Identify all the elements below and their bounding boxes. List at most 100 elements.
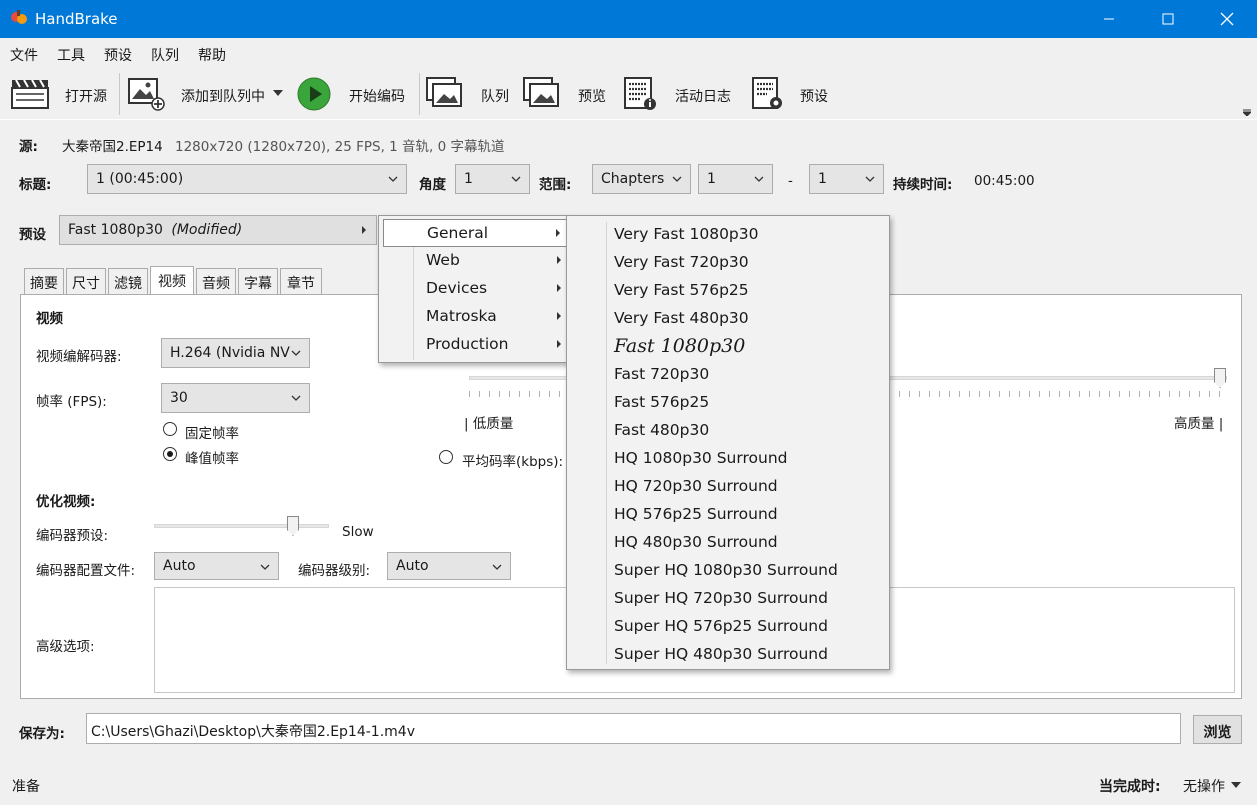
peak-framerate-label: 峰值帧率 (185, 451, 239, 467)
preset-item[interactable]: HQ 720p30 Surround (614, 473, 778, 501)
menu-queue[interactable]: 队列 (151, 45, 179, 65)
clapperboard-icon (11, 79, 49, 109)
menu-item-web[interactable]: Web (383, 247, 567, 275)
add-image-icon (128, 78, 165, 111)
tab-audio[interactable]: 音频 (196, 268, 236, 294)
minimize-button[interactable] (1079, 0, 1138, 38)
optimize-title: 优化视频: (36, 494, 96, 510)
angle-select[interactable]: 1 (455, 164, 530, 194)
preview-images-icon (523, 77, 559, 107)
menu-item-general[interactable]: General (383, 219, 567, 247)
advanced-options-label: 高级选项: (36, 639, 95, 655)
menu-presets[interactable]: 预设 (104, 45, 132, 65)
when-done-label: 当完成时: (1099, 779, 1161, 795)
preset-item[interactable]: HQ 576p25 Surround (614, 501, 778, 529)
avg-bitrate-radio[interactable] (439, 450, 453, 464)
duration-label: 持续时间: (893, 177, 953, 193)
general-presets-submenu: Very Fast 1080p30 Very Fast 720p30 Very … (566, 215, 890, 670)
tab-video[interactable]: 视频 (150, 266, 194, 295)
open-source-button[interactable]: 打开源 (8, 68, 110, 120)
toolbar-separator (419, 73, 420, 115)
encoder-preset-value: Slow (342, 524, 374, 540)
presets-button[interactable]: 预设 (750, 68, 840, 120)
preset-item[interactable]: Super HQ 1080p30 Surround (614, 557, 838, 585)
when-done-select[interactable]: 无操作 (1183, 774, 1247, 796)
title-bar: HandBrake (0, 0, 1257, 38)
preset-select-value: Fast 1080p30 (68, 222, 163, 238)
close-button[interactable] (1197, 0, 1256, 38)
tab-chapters[interactable]: 章节 (280, 268, 322, 294)
angle-select-value: 1 (464, 171, 473, 187)
peak-framerate-radio[interactable] (163, 447, 177, 461)
presets-settings-icon (752, 77, 782, 109)
menu-item-production[interactable]: Production (383, 331, 567, 359)
save-as-label: 保存为: (19, 726, 65, 742)
tab-dimensions[interactable]: 尺寸 (66, 268, 106, 294)
menu-tools[interactable]: 工具 (57, 45, 85, 65)
title-select[interactable]: 1 (00:45:00) (87, 164, 407, 194)
range-start-select[interactable]: 1 (698, 164, 773, 194)
status-bar: 准备 当完成时: 无操作 (0, 762, 1257, 805)
tab-filters[interactable]: 滤镜 (108, 268, 148, 294)
preset-item[interactable]: HQ 1080p30 Surround (614, 445, 787, 473)
chevron-down-icon (511, 176, 521, 182)
preset-item[interactable]: Fast 720p30 (614, 361, 709, 389)
status-text: 准备 (12, 779, 40, 795)
preset-item[interactable]: Fast 480p30 (614, 417, 709, 445)
title-select-value: 1 (00:45:00) (96, 171, 184, 187)
range-type-select[interactable]: Chapters (592, 164, 691, 194)
encoder-level-label: 编码器级别: (298, 563, 371, 579)
chevron-down-icon (754, 176, 764, 182)
preset-item-selected[interactable]: Fast 1080p30 (614, 331, 745, 359)
tab-subtitles[interactable]: 字幕 (238, 268, 278, 294)
preset-select[interactable]: Fast 1080p30 (Modified) (59, 215, 377, 245)
handbrake-logo-icon (11, 10, 27, 24)
encoder-profile-select[interactable]: Auto (154, 552, 279, 580)
chevron-down-icon (865, 176, 875, 182)
toolbar-overflow-icon[interactable] (1243, 108, 1251, 116)
encoder-preset-label: 编码器预设: (36, 528, 109, 544)
menu-help[interactable]: 帮助 (198, 45, 226, 65)
angle-label: 角度 (419, 177, 446, 193)
fps-select[interactable]: 30 (161, 383, 310, 413)
tab-summary[interactable]: 摘要 (24, 268, 64, 294)
activity-log-label: 活动日志 (675, 89, 731, 105)
maximize-button[interactable] (1138, 0, 1197, 38)
range-end-value: 1 (818, 171, 827, 187)
menu-file[interactable]: 文件 (10, 45, 38, 65)
preset-item[interactable]: Very Fast 480p30 (614, 305, 749, 333)
fps-label: 帧率 (FPS): (36, 394, 107, 410)
chevron-down-icon (672, 176, 682, 182)
add-to-queue-button[interactable]: 添加到队列中 (126, 68, 286, 120)
menu-item-matroska[interactable]: Matroska (383, 303, 567, 331)
preset-item[interactable]: Super HQ 720p30 Surround (614, 585, 828, 613)
browse-button[interactable]: 浏览 (1193, 715, 1242, 744)
range-type-value: Chapters (601, 171, 665, 187)
encoder-profile-label: 编码器配置文件: (36, 563, 136, 579)
codec-select[interactable]: H.264 (Nvidia NV (161, 338, 310, 368)
low-quality-label: | 低质量 (464, 416, 514, 432)
menu-gutter (606, 222, 607, 664)
when-done-value: 无操作 (1183, 779, 1225, 795)
encoder-preset-slider-track[interactable] (154, 524, 329, 528)
preset-item[interactable]: Super HQ 576p25 Surround (614, 613, 828, 641)
start-encode-button[interactable]: 开始编码 (296, 68, 412, 120)
preset-item[interactable]: Very Fast 720p30 (614, 249, 749, 277)
range-end-select[interactable]: 1 (809, 164, 884, 194)
submenu-arrow-icon (556, 229, 560, 237)
queue-button[interactable]: 队列 (425, 68, 515, 120)
encoder-profile-value: Auto (163, 558, 196, 574)
submenu-arrow-icon (362, 226, 366, 234)
save-path-input[interactable]: C:\Users\Ghazi\Desktop\大秦帝国2.Ep14-1.m4v (86, 713, 1181, 744)
menu-item-devices[interactable]: Devices (383, 275, 567, 303)
preset-item[interactable]: Very Fast 1080p30 (614, 221, 759, 249)
activity-log-button[interactable]: 活动日志 (622, 68, 740, 120)
preset-item[interactable]: Super HQ 480p30 Surround (614, 641, 828, 669)
range-dash: - (788, 173, 793, 189)
preset-item[interactable]: HQ 480p30 Surround (614, 529, 778, 557)
encoder-level-select[interactable]: Auto (387, 552, 511, 580)
preset-item[interactable]: Fast 576p25 (614, 389, 709, 417)
preset-item[interactable]: Very Fast 576p25 (614, 277, 749, 305)
preview-button[interactable]: 预览 (522, 68, 612, 120)
constant-framerate-radio[interactable] (163, 422, 177, 436)
